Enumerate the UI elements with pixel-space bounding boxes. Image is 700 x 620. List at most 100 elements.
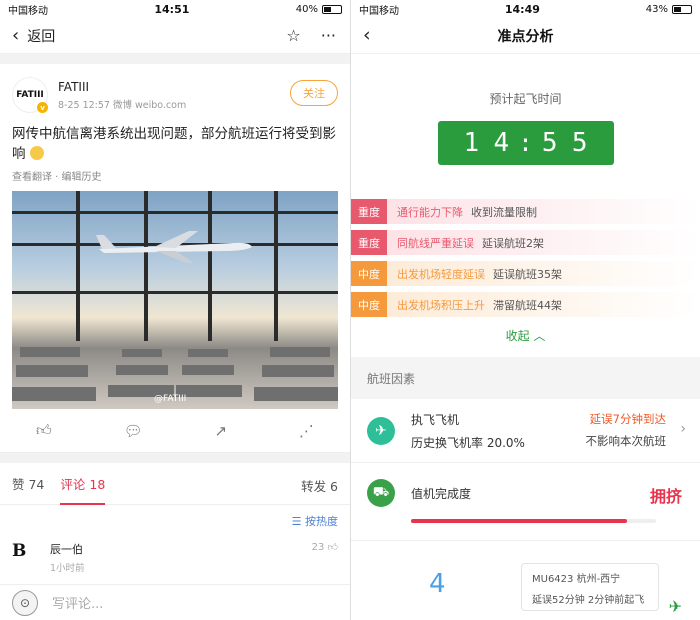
aircraft-text: 执飞飞机 历史换飞机率 20.0% (411, 411, 525, 451)
checkin-icon: ⛟ (367, 479, 395, 507)
on-time-analysis-screen: 中国移动 14:49 43% ‹ 准点分析 预计起飞时间 1 4 : 5 5 重… (350, 0, 700, 620)
aircraft-row[interactable]: ✈ 执飞飞机 历史换飞机率 20.0% 延误7分钟到达 不影响本次航班 › (351, 399, 700, 463)
nav-bar: ‹ 返回 ☆ ··· (0, 18, 350, 54)
comment-body: 辰一伯 1小时前 (50, 541, 85, 574)
delay-factor: 中度 出发机场轻度延误 延误航班35架 (351, 261, 700, 286)
factor-body: 出发机场积压上升 滞留航班44架 (387, 292, 700, 317)
tab-comments[interactable]: 评论 18 (60, 463, 105, 505)
aircraft-title: 执飞飞机 (411, 412, 460, 427)
more-icon[interactable]: ··· (321, 26, 336, 45)
checkin-progress-bar (411, 519, 656, 523)
like-icon[interactable]: 👍︎ (36, 421, 52, 440)
battery-percent: 40% (295, 3, 318, 15)
flight-route: MU6423 杭州-西宁 (532, 574, 621, 585)
comment-icon[interactable]: 💬︎ (124, 422, 143, 440)
window-frame (76, 191, 80, 341)
flight-card[interactable]: MU6423 杭州-西宁 延误52分钟 2分钟前起飞 (521, 563, 659, 611)
comment-input-bar: ⊙ 写评论... (0, 584, 350, 620)
back-chevron-icon[interactable]: ‹ (363, 24, 371, 46)
sort-icon: ☰ (291, 515, 305, 528)
takeoff-icon: ✈ (668, 597, 682, 616)
collapse-button[interactable]: 收起 ︿ (351, 327, 700, 357)
commenter-name[interactable]: 辰一伯 (50, 541, 85, 557)
window-frame (12, 211, 338, 214)
section-header: 航班因素 (351, 357, 700, 399)
airplane-image (96, 231, 252, 263)
user-face-icon[interactable]: ⊙ (12, 589, 38, 616)
severity-badge: 中度 (351, 261, 387, 286)
nav-actions: ☆ ··· (286, 26, 336, 45)
factor-title: 通行能力下降 (397, 205, 463, 219)
big-number: 4 (429, 569, 446, 599)
factor-title: 出发机场轻度延误 (397, 267, 485, 281)
factor-detail: 延误航班2架 (482, 236, 544, 250)
battery-icon (322, 4, 342, 14)
aircraft-note: 不影响本次航班 (585, 434, 667, 448)
tab-likes[interactable]: 赞 74 (12, 463, 44, 505)
more-share-icon[interactable]: ⋰ (299, 422, 314, 440)
aircraft-delay: 延误7分钟到达 (589, 412, 666, 426)
comment-like-button[interactable]: 23 👍︎ (312, 541, 338, 553)
flight-delay: 延误52分钟 2分钟前起飞 (532, 595, 645, 606)
delay-factor: 重度 同航线严重延误 延误航班2架 (351, 230, 700, 255)
sort-label: 按热度 (305, 515, 338, 528)
sort-by-heat-button[interactable]: ☰ 按热度 (0, 505, 350, 535)
back-button[interactable]: ‹ 返回 (12, 25, 55, 46)
severity-badge: 重度 (351, 199, 387, 224)
factor-body: 出发机场轻度延误 延误航班35架 (387, 261, 700, 286)
thumb-up-icon: 👍︎ (327, 542, 338, 553)
status-right: 40% (296, 4, 342, 15)
clock-digit: 4 (488, 126, 515, 160)
comment-item: B 辰一伯 1小时前 23 👍︎ (0, 535, 350, 580)
clock-digit: 5 (566, 126, 593, 160)
follow-button[interactable]: 关注 (290, 80, 338, 106)
comment-input[interactable]: 写评论... (52, 593, 103, 612)
factor-detail: 收到流量限制 (471, 205, 537, 219)
status-right: 43% (646, 4, 692, 15)
emoji-icon (29, 146, 44, 160)
clock-digit: 5 (536, 126, 563, 160)
factor-body: 通行能力下降 收到流量限制 (387, 199, 700, 224)
clock-label: 14:51 (154, 2, 190, 16)
checkin-status: 拥挤 (649, 487, 682, 506)
aircraft-status: 延误7分钟到达 不影响本次航班 (586, 411, 667, 449)
delay-factor: 中度 出发机场积压上升 滞留航班44架 (351, 292, 700, 317)
factor-body: 同航线严重延误 延误航班2架 (387, 230, 700, 255)
post-text: 网传中航信离港系统出现问题，部分航班运行将受到影响 (12, 124, 338, 164)
share-icon[interactable]: ↗ (215, 422, 228, 440)
tab-reposts[interactable]: 转发 6 (301, 476, 338, 495)
airplane-icon: ✈ (367, 416, 395, 445)
post-photo[interactable]: @FATIII (12, 191, 338, 409)
post-body: 网传中航信离港系统出现问题，部分航班运行将受到影响 (12, 126, 336, 162)
checkin-row: ⛟ 值机完成度 拥挤 (351, 463, 700, 541)
comment-like-count: 23 (311, 542, 325, 553)
clock-digit: 1 (458, 126, 485, 160)
avatar[interactable]: FATIII v (12, 77, 48, 113)
window-frame (274, 191, 278, 341)
post-sub-links[interactable]: 查看翻译 · 编辑历史 (12, 168, 338, 183)
window-frame (12, 291, 338, 294)
delay-factor: 重度 通行能力下降 收到流量限制 (351, 199, 700, 224)
chevron-right-icon: › (680, 421, 686, 437)
departure-label: 预计起飞时间 (489, 92, 562, 106)
post: FATIII v FATIII 8-25 12:57 微博 weibo.com … (0, 64, 350, 409)
checkin-progress-fill (411, 519, 627, 523)
comment-time: 1小时前 (50, 563, 85, 574)
severity-badge: 重度 (351, 230, 387, 255)
post-tabs: 赞 74 评论 18 转发 6 (0, 463, 350, 505)
factor-detail: 延误航班35架 (493, 267, 562, 281)
clock-label: 14:49 (504, 2, 540, 16)
author-row: FATIII v FATIII 8-25 12:57 微博 weibo.com … (12, 74, 338, 116)
author-name[interactable]: FATIII (58, 80, 186, 94)
checkin-label: 值机完成度 (411, 487, 472, 501)
factor-title: 同航线严重延误 (397, 236, 474, 250)
factor-title: 出发机场积压上升 (397, 298, 485, 312)
factor-detail: 滞留航班44架 (493, 298, 562, 312)
carrier-label: 中国移动 (359, 5, 399, 17)
back-label: 返回 (27, 28, 56, 45)
chevron-left-icon: ‹ (12, 25, 20, 46)
commenter-avatar[interactable]: B (12, 541, 38, 567)
verified-icon: v (37, 102, 48, 113)
star-icon[interactable]: ☆ (286, 26, 300, 45)
photo-watermark: @FATIII (154, 394, 187, 404)
